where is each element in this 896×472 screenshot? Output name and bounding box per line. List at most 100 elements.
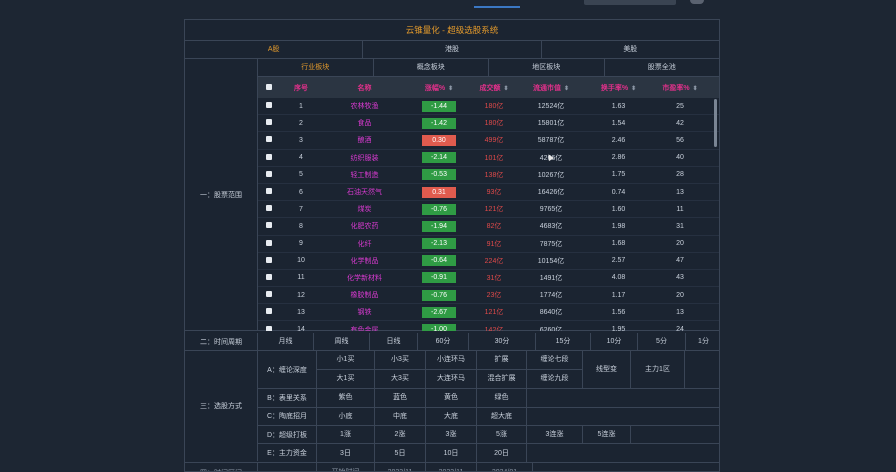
row-sector-name[interactable]: 纺织服装 <box>322 153 407 163</box>
option-1-limit[interactable]: 1涨 <box>317 425 375 444</box>
row-sector-name[interactable]: 轻工制造 <box>322 170 407 180</box>
row-sector-name[interactable]: 化肥农药 <box>322 221 407 231</box>
table-row[interactable]: 8 化肥农药 -1.94 82亿 4683亿 1.98 31 <box>258 218 719 236</box>
option-nine-seg[interactable]: 缠论九段 <box>527 369 583 388</box>
select-all-checkbox[interactable] <box>266 83 272 90</box>
sort-icon[interactable]: ⬍ <box>631 86 636 92</box>
row-checkbox[interactable] <box>266 102 272 109</box>
table-row[interactable]: 9 化纤 -2.13 91亿 7875亿 1.68 20 <box>258 236 719 253</box>
table-scrollbar[interactable] <box>714 99 717 147</box>
option-big-1buy[interactable]: 大1买 <box>317 369 375 388</box>
option-small-3buy[interactable]: 小3买 <box>375 351 426 369</box>
tab-concept[interactable]: 概念板块 <box>374 59 489 76</box>
row-sector-name[interactable]: 化学新材料 <box>322 273 407 283</box>
row-sector-name[interactable]: 橡胶制品 <box>322 290 407 300</box>
period-60m[interactable]: 60分 <box>418 333 469 351</box>
row-checkbox[interactable] <box>266 273 272 280</box>
row-checkbox[interactable] <box>266 119 272 126</box>
sort-icon[interactable]: ⬍ <box>564 86 569 92</box>
table-row[interactable]: 4 纺织服装 -2.14 101亿 4266亿 2.86 40 <box>258 150 719 167</box>
row-checkbox[interactable] <box>266 325 272 331</box>
period-1m[interactable]: 1分 <box>686 333 719 350</box>
header-volume[interactable]: 成交额 ⬍ <box>471 83 517 93</box>
row-checkbox[interactable] <box>266 188 272 195</box>
sort-icon[interactable]: ⬍ <box>693 86 698 92</box>
period-15m[interactable]: 15分 <box>536 333 591 351</box>
option-main-zone1[interactable]: 主力1区 <box>631 351 685 389</box>
table-row[interactable]: 12 橡胶制品 -0.76 23亿 1774亿 1.17 20 <box>258 287 719 305</box>
option-big-bottom[interactable]: 大底 <box>426 407 477 425</box>
time-range-c[interactable]: 2024/01 <box>477 463 533 471</box>
option-20-days[interactable]: 20日 <box>477 444 527 463</box>
table-row[interactable]: 13 钢铁 -2.67 121亿 8640亿 1.56 13 <box>258 304 719 322</box>
option-small-chain[interactable]: 小连环马 <box>426 351 477 369</box>
row-checkbox[interactable] <box>266 222 272 229</box>
option-blue[interactable]: 蓝色 <box>375 389 426 407</box>
table-row[interactable]: 2 食品 -1.42 180亿 15801亿 1.54 42 <box>258 115 719 133</box>
table-row[interactable]: 14 有色金属 -1.00 142亿 6260亿 1.95 24 <box>258 321 719 331</box>
table-row[interactable]: 11 化学新材料 -0.91 31亿 1491亿 4.08 43 <box>258 270 719 288</box>
time-range-b[interactable]: 2023/11 <box>426 463 477 471</box>
option-small-1buy[interactable]: 小1买 <box>317 351 375 369</box>
sort-icon[interactable]: ⬍ <box>503 86 508 92</box>
row-sector-name[interactable]: 钢铁 <box>322 307 407 317</box>
option-mid-bottom[interactable]: 中底 <box>375 407 426 425</box>
option-purple[interactable]: 紫色 <box>317 389 375 407</box>
header-change[interactable]: 涨幅% ⬍ <box>407 83 471 93</box>
table-row[interactable]: 7 煤炭 -0.76 121亿 9765亿 1.60 11 <box>258 201 719 219</box>
option-3-days[interactable]: 3日 <box>317 444 375 463</box>
period-30m[interactable]: 30分 <box>469 333 536 351</box>
period-day[interactable]: 日线 <box>370 333 418 351</box>
time-range-a[interactable]: 2023/11 <box>375 463 426 471</box>
tab-region[interactable]: 地区板块 <box>489 59 605 76</box>
row-checkbox[interactable] <box>266 136 272 143</box>
table-row[interactable]: 5 轻工制造 -0.53 138亿 10267亿 1.75 28 <box>258 167 719 184</box>
row-checkbox[interactable] <box>266 308 272 315</box>
row-sector-name[interactable]: 农林牧渔 <box>322 101 407 111</box>
table-row[interactable]: 3 酿酒 0.30 499亿 58787亿 2.46 56 <box>258 132 719 150</box>
row-checkbox[interactable] <box>266 170 272 177</box>
header-market-cap[interactable]: 流通市值 ⬍ <box>517 83 585 93</box>
option-yellow[interactable]: 黄色 <box>426 389 477 407</box>
tab-a-share[interactable]: A股 <box>185 41 364 58</box>
user-avatar[interactable] <box>690 0 704 4</box>
option-small-bottom[interactable]: 小底 <box>317 407 375 425</box>
tab-hk-share[interactable]: 港股 <box>363 41 542 58</box>
row-sector-name[interactable]: 食品 <box>322 118 407 128</box>
row-sector-name[interactable]: 化纤 <box>322 239 407 249</box>
row-sector-name[interactable]: 化学制品 <box>322 256 407 266</box>
time-range-start[interactable]: 开始时间 <box>317 463 375 471</box>
top-input-box[interactable] <box>584 0 676 5</box>
option-green[interactable]: 绿色 <box>477 389 527 407</box>
tab-all-stocks[interactable]: 股票全池 <box>605 59 720 76</box>
tab-industry[interactable]: 行业板块 <box>258 59 374 76</box>
header-no[interactable]: 序号 <box>280 83 322 93</box>
row-sector-name[interactable]: 有色金属 <box>322 325 407 331</box>
option-5-consecutive[interactable]: 5连涨 <box>583 425 631 444</box>
option-5-days[interactable]: 5日 <box>375 444 426 463</box>
table-row[interactable]: 10 化学制品 -0.64 224亿 10154亿 2.57 47 <box>258 253 719 270</box>
table-row[interactable]: 1 农林牧渔 -1.44 180亿 12524亿 1.63 25 <box>258 98 719 116</box>
option-huge-bottom[interactable]: 超大底 <box>477 407 527 425</box>
period-month[interactable]: 月线 <box>258 333 314 351</box>
row-sector-name[interactable]: 石油天然气 <box>322 187 407 197</box>
option-10-days[interactable]: 10日 <box>426 444 477 463</box>
header-pe[interactable]: 市盈率% ⬍ <box>652 83 708 93</box>
option-seven-seg[interactable]: 缠论七段 <box>527 351 583 369</box>
row-checkbox[interactable] <box>266 153 272 160</box>
option-big-3buy[interactable]: 大3买 <box>375 369 426 388</box>
row-sector-name[interactable]: 酿酒 <box>322 135 407 145</box>
period-week[interactable]: 周线 <box>314 333 370 351</box>
row-checkbox[interactable] <box>266 291 272 298</box>
tab-us-share[interactable]: 美股 <box>542 41 719 58</box>
period-5m[interactable]: 5分 <box>638 333 686 351</box>
row-sector-name[interactable]: 煤炭 <box>322 204 407 214</box>
option-2-limit[interactable]: 2涨 <box>375 425 426 444</box>
option-5-limit[interactable]: 5涨 <box>477 425 527 444</box>
option-3-consecutive[interactable]: 3连涨 <box>527 425 583 444</box>
sort-icon[interactable]: ⬍ <box>448 86 453 92</box>
header-turnover[interactable]: 换手率% ⬍ <box>585 83 652 93</box>
period-10m[interactable]: 10分 <box>591 333 638 351</box>
row-checkbox[interactable] <box>266 205 272 212</box>
option-mixed-extend[interactable]: 混合扩展 <box>477 369 527 388</box>
